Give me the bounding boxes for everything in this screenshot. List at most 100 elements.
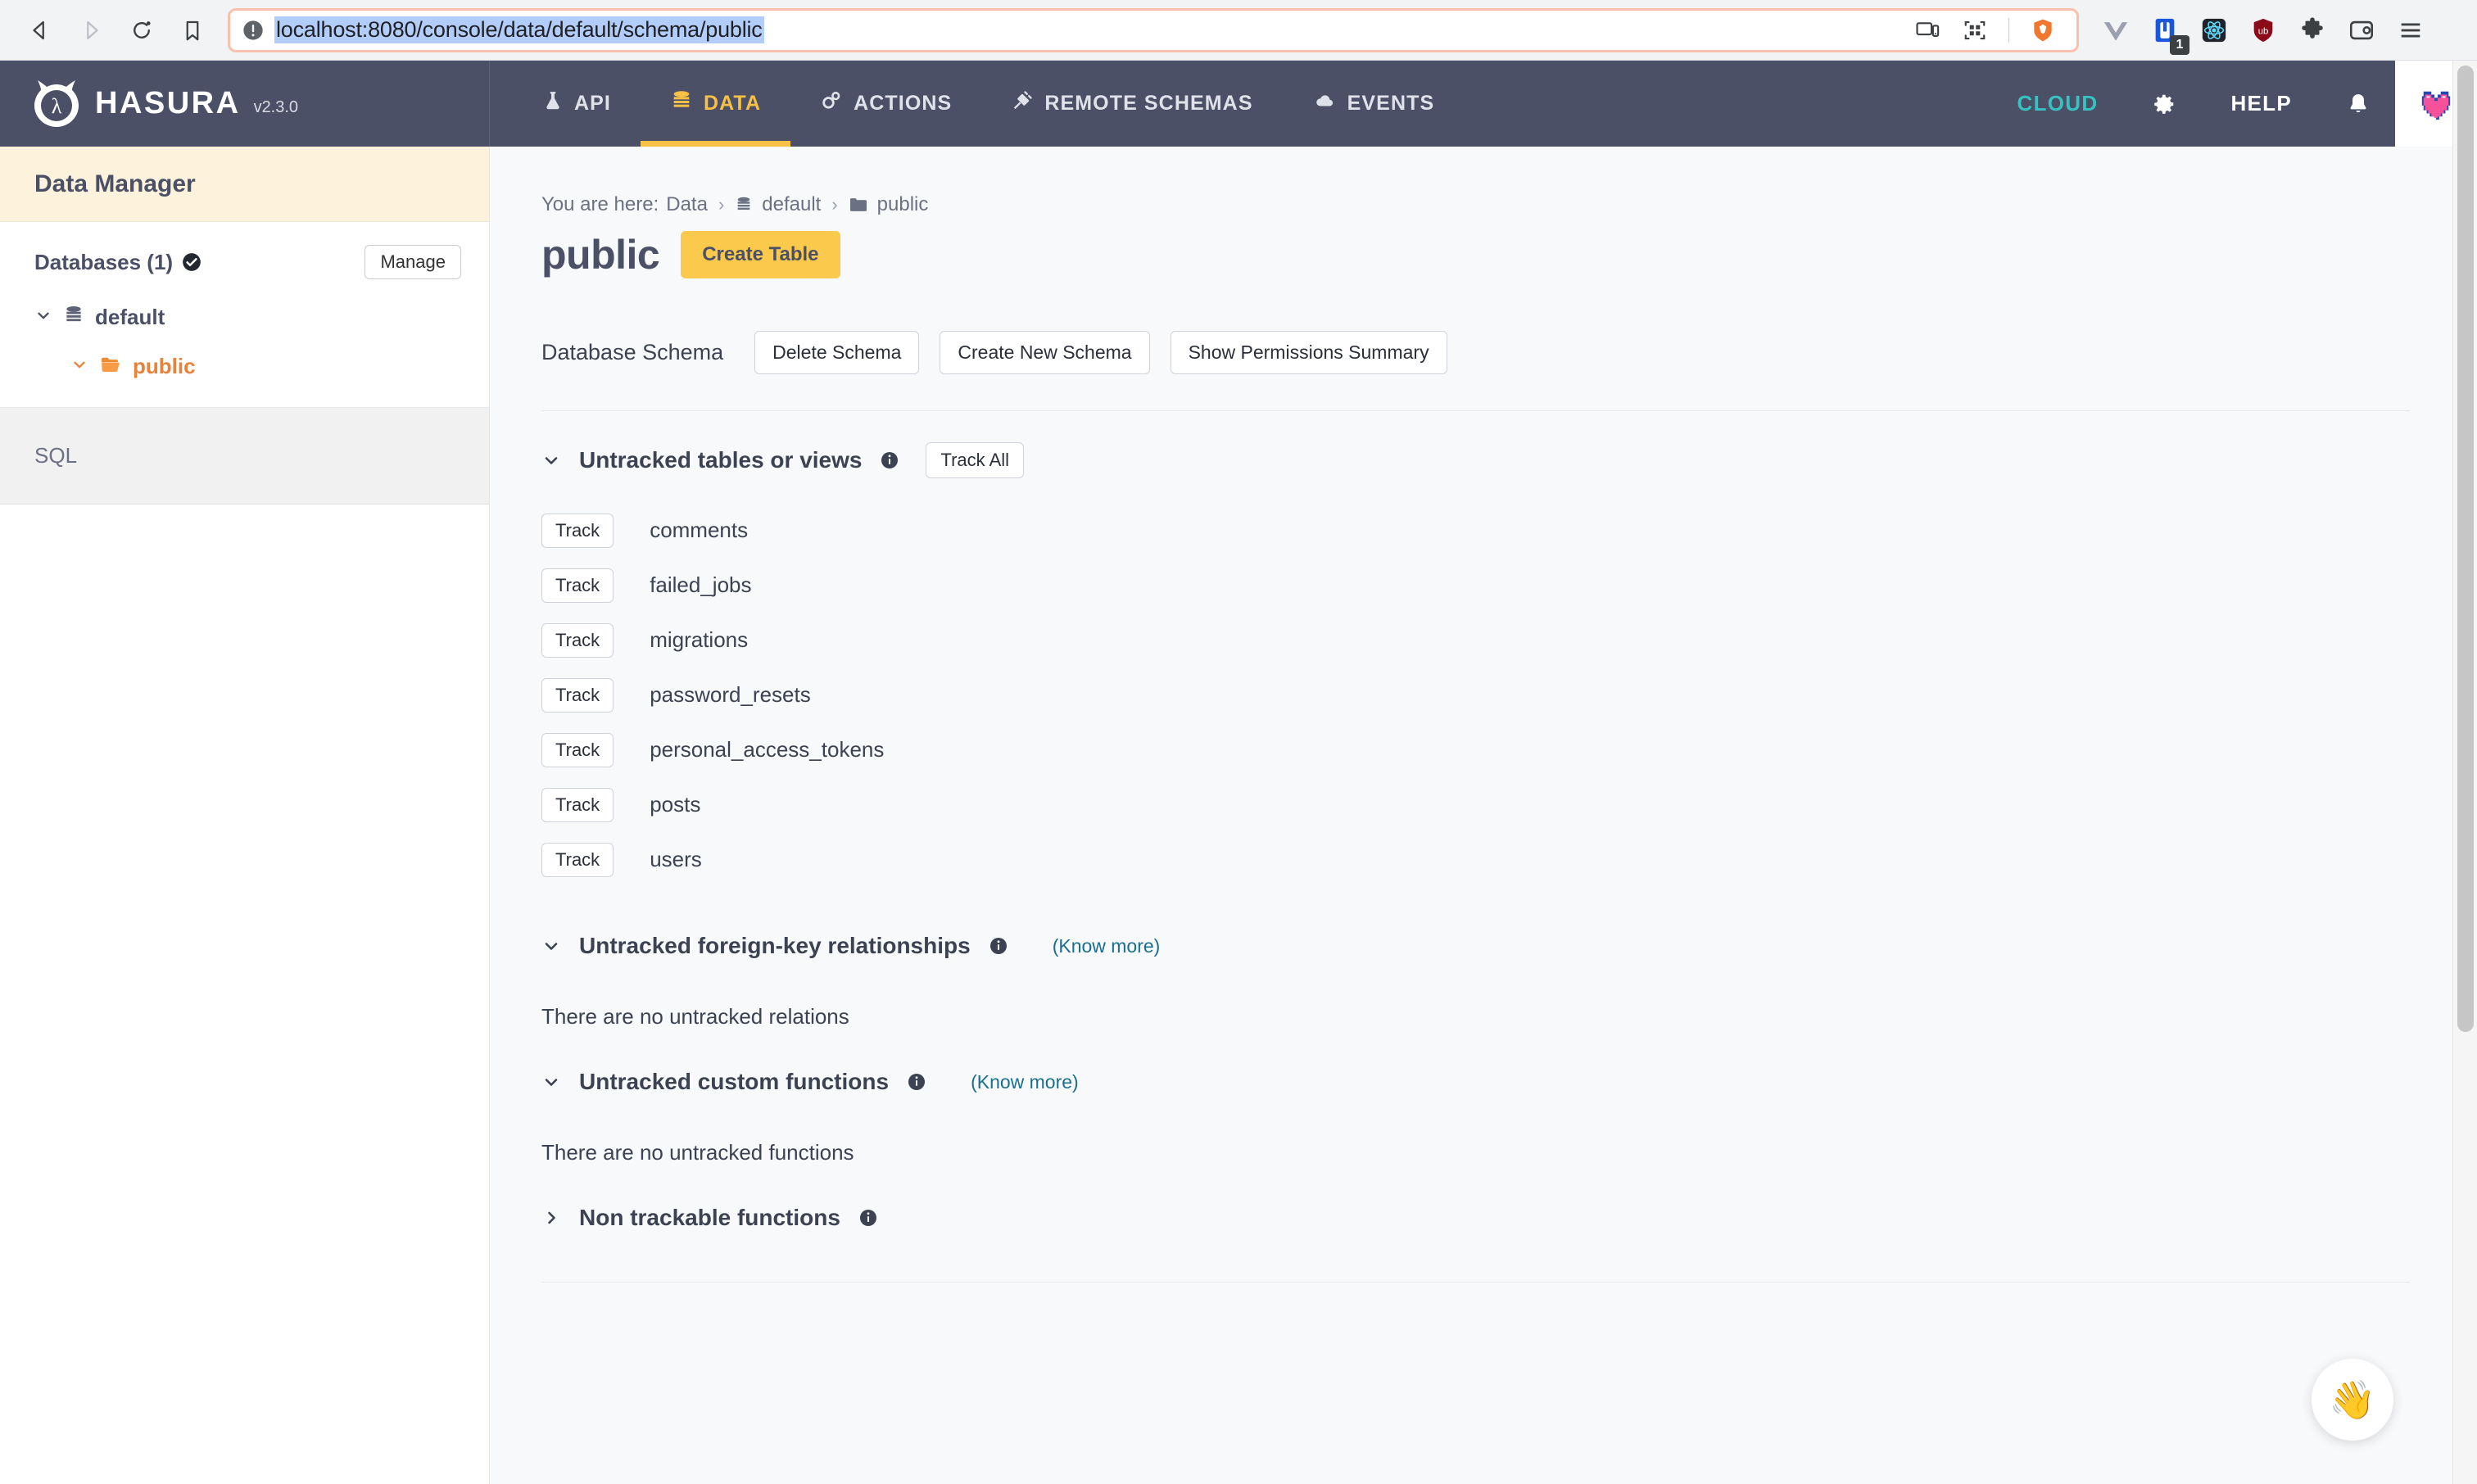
page-scrollbar[interactable] bbox=[2452, 61, 2477, 1484]
hasura-brand[interactable]: λ HASURA v2.3.0 bbox=[0, 61, 490, 147]
browser-menu-icon[interactable] bbox=[2392, 11, 2429, 49]
hasura-logo-icon: λ bbox=[31, 77, 82, 131]
chevron-down-icon[interactable] bbox=[541, 450, 561, 470]
bookmark-icon bbox=[186, 20, 199, 40]
breadcrumb: You are here: Data › default › public bbox=[491, 147, 2461, 216]
sidebar-item-sql[interactable]: SQL bbox=[0, 408, 489, 504]
info-icon[interactable] bbox=[907, 1072, 926, 1092]
table-name: comments bbox=[650, 518, 749, 542]
plug-icon bbox=[1011, 89, 1034, 118]
pocket-extension-icon[interactable]: 1 bbox=[2146, 11, 2189, 55]
site-information-icon[interactable] bbox=[242, 19, 265, 42]
header-right-actions: CLOUD HELP bbox=[1988, 61, 2477, 147]
untracked-functions-know-more-link[interactable]: (Know more) bbox=[971, 1071, 1079, 1093]
ublock-origin-icon[interactable]: ub bbox=[2244, 11, 2282, 49]
table-row: Track migrations bbox=[491, 613, 2461, 667]
brave-shields-icon[interactable] bbox=[2021, 11, 2065, 50]
vue-devtools-icon[interactable] bbox=[2097, 11, 2135, 49]
info-icon[interactable] bbox=[858, 1208, 878, 1228]
reload-button[interactable] bbox=[116, 7, 167, 53]
tab-remote-schemas-label: REMOTE SCHEMAS bbox=[1044, 92, 1253, 115]
track-button[interactable]: Track bbox=[541, 622, 614, 658]
data-manager-sidebar: Data Manager Databases (1) Manage defaul… bbox=[0, 147, 490, 1484]
info-icon[interactable] bbox=[880, 450, 899, 470]
browser-nav-buttons bbox=[0, 7, 218, 53]
delete-schema-button[interactable]: Delete Schema bbox=[754, 331, 920, 374]
breadcrumb-item-data[interactable]: Data bbox=[666, 193, 708, 216]
address-bar-text[interactable]: localhost:8080/console/data/default/sche… bbox=[274, 16, 764, 43]
tab-actions[interactable]: ACTIONS bbox=[790, 61, 981, 147]
table-row: Track personal_access_tokens bbox=[491, 722, 2461, 777]
main-content: You are here: Data › default › public pu… bbox=[491, 147, 2461, 1484]
bookmark-button[interactable] bbox=[167, 7, 218, 53]
database-stack-icon bbox=[735, 195, 753, 215]
sidebar-item-default[interactable]: default bbox=[34, 304, 461, 331]
breadcrumb-item-public[interactable]: public bbox=[877, 193, 929, 216]
track-button[interactable]: Track bbox=[541, 787, 614, 822]
open-folder-icon bbox=[99, 355, 122, 378]
react-devtools-icon[interactable] bbox=[2195, 11, 2233, 49]
extensions-puzzle-icon[interactable] bbox=[2294, 11, 2331, 49]
brave-wallet-icon[interactable] bbox=[2343, 11, 2380, 49]
bottom-divider bbox=[541, 1282, 2410, 1283]
help-link[interactable]: HELP bbox=[2201, 91, 2321, 116]
help-chat-widget-button[interactable]: 👋 bbox=[2312, 1359, 2393, 1441]
track-button[interactable]: Track bbox=[541, 842, 614, 877]
track-button[interactable]: Track bbox=[541, 677, 614, 713]
extension-badge-count: 1 bbox=[2170, 34, 2189, 55]
chevron-down-icon[interactable] bbox=[34, 306, 52, 328]
database-schema-label: Database Schema bbox=[541, 340, 724, 364]
svg-text:ub: ub bbox=[2258, 26, 2269, 36]
hasura-version-label: v2.3.0 bbox=[253, 98, 299, 116]
breadcrumb-item-default[interactable]: default bbox=[762, 193, 821, 216]
info-icon[interactable] bbox=[989, 936, 1008, 956]
sidebar-item-public[interactable]: public bbox=[34, 354, 461, 379]
track-button[interactable]: Track bbox=[541, 568, 614, 603]
forward-button[interactable] bbox=[66, 7, 116, 53]
qr-code-icon[interactable] bbox=[1953, 11, 1997, 50]
show-permissions-summary-button[interactable]: Show Permissions Summary bbox=[1170, 331, 1447, 374]
cloud-icon bbox=[1312, 90, 1337, 117]
track-all-button[interactable]: Track All bbox=[926, 442, 1025, 478]
cast-icon[interactable] bbox=[1905, 11, 1949, 50]
non-trackable-functions-title: Non trackable functions bbox=[579, 1205, 840, 1230]
chevron-right-icon[interactable] bbox=[541, 1208, 561, 1228]
sidebar-item-public-label: public bbox=[133, 354, 196, 378]
non-trackable-functions-header: Non trackable functions bbox=[491, 1205, 2461, 1231]
toolbar-divider bbox=[2008, 17, 2009, 43]
page-title: public bbox=[541, 232, 660, 278]
check-circle-icon bbox=[181, 251, 202, 273]
table-name: users bbox=[650, 847, 702, 871]
databases-section: Databases (1) Manage default public bbox=[0, 222, 489, 408]
track-button[interactable]: Track bbox=[541, 513, 614, 548]
database-stack-icon bbox=[63, 304, 84, 331]
table-name: posts bbox=[650, 792, 701, 817]
cloud-link[interactable]: CLOUD bbox=[1988, 91, 2128, 116]
untracked-fk-empty-text: There are no untracked relations bbox=[541, 1004, 849, 1029]
tab-remote-schemas[interactable]: REMOTE SCHEMAS bbox=[981, 61, 1282, 147]
table-name: password_resets bbox=[650, 682, 811, 707]
pixel-heart-icon bbox=[2421, 91, 2451, 120]
page-scrollbar-thumb[interactable] bbox=[2457, 66, 2474, 1032]
notifications-button[interactable] bbox=[2321, 91, 2395, 117]
untracked-functions-header: Untracked custom functions (Know more) bbox=[491, 1069, 2461, 1095]
untracked-fk-know-more-link[interactable]: (Know more) bbox=[1053, 935, 1161, 957]
browser-extensions: 1 ub bbox=[2079, 11, 2429, 55]
back-button[interactable] bbox=[15, 7, 66, 53]
table-row: Track comments bbox=[491, 503, 2461, 558]
chevron-down-icon[interactable] bbox=[541, 1072, 561, 1092]
tab-events[interactable]: EVENTS bbox=[1283, 61, 1465, 147]
svg-text:λ: λ bbox=[52, 94, 62, 118]
create-table-button[interactable]: Create Table bbox=[681, 231, 840, 278]
sidebar-item-default-label: default bbox=[95, 305, 165, 329]
chevron-down-icon[interactable] bbox=[541, 936, 561, 956]
back-arrow-icon bbox=[33, 20, 44, 39]
create-new-schema-button[interactable]: Create New Schema bbox=[940, 331, 1150, 374]
track-button[interactable]: Track bbox=[541, 732, 614, 767]
tab-api[interactable]: API bbox=[513, 61, 641, 147]
address-bar[interactable]: localhost:8080/console/data/default/sche… bbox=[228, 7, 2079, 52]
tab-data[interactable]: DATA bbox=[640, 61, 791, 147]
manage-databases-button[interactable]: Manage bbox=[365, 245, 461, 279]
chevron-down-icon[interactable] bbox=[70, 355, 88, 378]
settings-button[interactable] bbox=[2127, 92, 2201, 116]
